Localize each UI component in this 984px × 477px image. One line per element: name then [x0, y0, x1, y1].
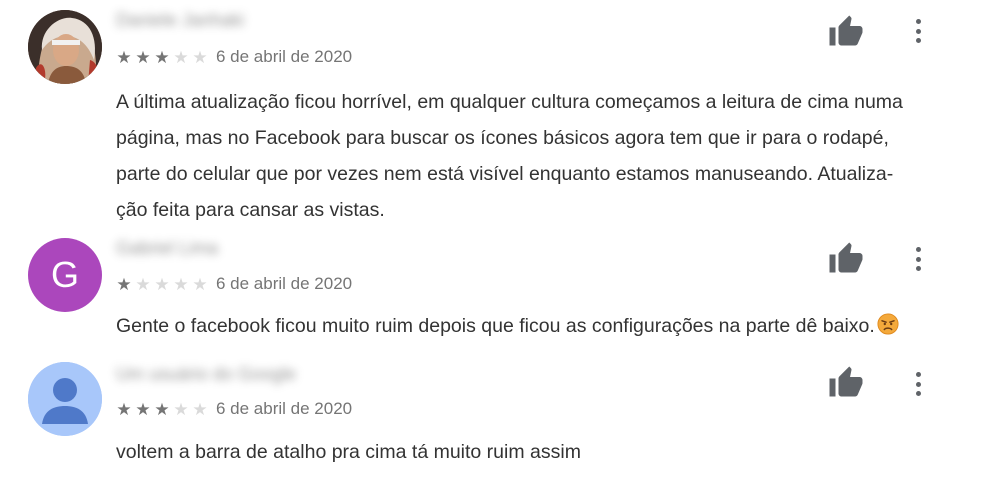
star-filled-icon: ★: [116, 274, 132, 294]
review-text-line: ção feita para cansar as vistas.: [116, 199, 385, 221]
thumbs-up-icon[interactable]: [826, 14, 866, 50]
star-empty-icon: ★: [173, 399, 189, 419]
review-text: voltem a barra de atalho pra cima tá mui…: [116, 434, 946, 470]
star-empty-icon: ★: [192, 399, 208, 419]
reviewer-name: Um usuário do Google: [116, 364, 297, 384]
reviewer-name: Gabriel Lima: [116, 238, 219, 258]
star-filled-icon: ★: [154, 399, 170, 419]
star-empty-icon: ★: [154, 274, 170, 294]
reviewer-name: Daniele Janhaki: [116, 10, 245, 30]
star-empty-icon: ★: [135, 274, 151, 294]
review-text-line: página, mas no Facebook para buscar os í…: [116, 127, 889, 149]
rating-row: ★ ★ ★ ★ ★ 6 de abril de 2020: [116, 273, 352, 295]
reviewer-avatar: G: [28, 238, 102, 312]
reviewer-avatar: [28, 10, 102, 84]
star-rating: ★ ★ ★ ★ ★: [116, 276, 208, 293]
rating-row: ★ ★ ★ ★ ★ 6 de abril de 2020: [116, 46, 352, 68]
review-text: Gente o facebook ficou muito ruim depois…: [116, 308, 946, 344]
review-text: A última atualização ficou horrível, em …: [116, 84, 946, 228]
star-empty-icon: ★: [173, 47, 189, 67]
portrait-avatar-image: [28, 10, 102, 84]
more-vertical-icon[interactable]: [908, 369, 928, 399]
star-filled-icon: ★: [116, 399, 132, 419]
star-rating: ★ ★ ★ ★ ★: [116, 401, 208, 418]
review-date: 6 de abril de 2020: [216, 274, 353, 293]
review-text-line: Gente o facebook ficou muito ruim depois…: [116, 315, 875, 337]
star-filled-icon: ★: [154, 47, 170, 67]
reviewer-avatar: [28, 362, 102, 436]
review-text-line: voltem a barra de atalho pra cima tá mui…: [116, 441, 581, 463]
review-date: 6 de abril de 2020: [216, 399, 353, 418]
star-filled-icon: ★: [135, 47, 151, 67]
star-empty-icon: ★: [192, 47, 208, 67]
star-empty-icon: ★: [173, 274, 189, 294]
rating-row: ★ ★ ★ ★ ★ 6 de abril de 2020: [116, 398, 352, 420]
more-vertical-icon[interactable]: [908, 244, 928, 274]
star-filled-icon: ★: [116, 47, 132, 67]
angry-face-emoji: [877, 313, 899, 335]
thumbs-up-icon[interactable]: [826, 365, 866, 401]
more-vertical-icon[interactable]: [908, 16, 928, 46]
star-rating: ★ ★ ★ ★ ★: [116, 49, 208, 66]
star-filled-icon: ★: [135, 399, 151, 419]
person-icon: [28, 362, 102, 436]
review-date: 6 de abril de 2020: [216, 47, 353, 66]
review-text-line: A última atualização ficou horrível, em …: [116, 91, 903, 113]
thumbs-up-icon[interactable]: [826, 241, 866, 277]
review-text-line: parte do celular que por vezes nem está …: [116, 163, 894, 185]
avatar-letter: G: [50, 254, 79, 295]
star-empty-icon: ★: [192, 274, 208, 294]
